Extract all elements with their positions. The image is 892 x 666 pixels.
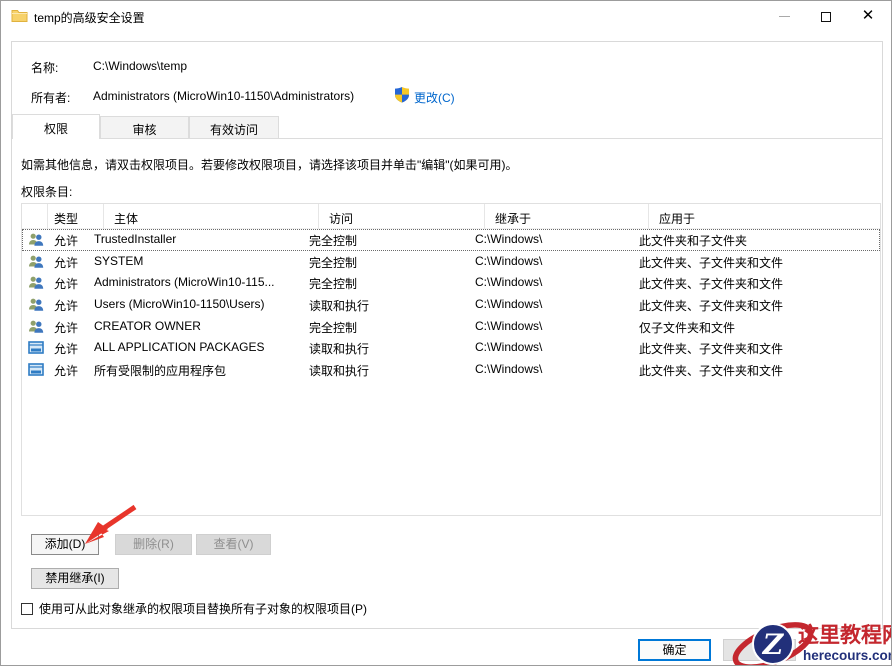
title-bar: temp的高级安全设置 ✕ [1,1,891,31]
watermark-site-url: herecours.com [803,648,892,663]
permission-entry-row[interactable]: 允许 Administrators (MicroWin10-115... 完全控… [22,272,880,294]
replace-permissions-checkbox[interactable] [21,603,33,615]
entry-principal: SYSTEM [94,253,144,268]
column-header-principal[interactable]: 主体 [104,204,319,229]
replace-permissions-row: 使用可从此对象继承的权限项目替换所有子对象的权限项目(P) [21,600,367,617]
permission-entry-row[interactable]: 允许 SYSTEM 完全控制 C:\Windows\ 此文件夹、子文件夹和文件 [22,251,880,273]
entry-inherited-from: C:\Windows\ [475,362,543,377]
entry-principal: ALL APPLICATION PACKAGES [94,340,265,355]
permission-rows: 允许 TrustedInstaller 完全控制 C:\Windows\ 此文件… [22,229,880,381]
entry-applies-to: 此文件夹和子文件夹 [639,234,748,248]
instruction-text: 如需其他信息，请双击权限项目。若要修改权限项目，请选择该项目并单击"编辑"(如果… [21,158,518,172]
entry-access: 读取和执行 [309,299,370,314]
window-title: temp的高级安全设置 [34,11,145,25]
logo-letter: Z [762,628,785,661]
entry-access: 读取和执行 [309,342,370,357]
entry-inherited-from: C:\Windows\ [475,275,543,290]
entry-inherited-from: C:\Windows\ [475,318,543,333]
entry-applies-to: 此文件夹、子文件夹和文件 [639,299,784,314]
entry-applies-to: 此文件夹、子文件夹和文件 [639,277,784,292]
replace-permissions-label: 使用可从此对象继承的权限项目替换所有子对象的权限项目(P) [39,602,367,616]
group-icon [29,255,44,268]
entry-access: 完全控制 [309,277,358,292]
column-header-inherited-from[interactable]: 继承于 [485,204,649,229]
owner-value: Administrators (MicroWin10-1150\Administ… [93,89,355,103]
ok-button[interactable]: 确定 [638,639,711,661]
folder-icon [11,10,28,22]
entry-inherited-from: C:\Windows\ [475,232,543,246]
entry-access: 完全控制 [309,320,358,335]
maximize-button[interactable] [809,1,843,31]
permission-entry-row[interactable]: 允许 ALL APPLICATION PACKAGES 读取和执行 C:\Win… [22,337,880,359]
entry-applies-to: 此文件夹、子文件夹和文件 [639,364,784,379]
entry-principal: CREATOR OWNER [94,318,201,333]
entry-applies-to: 仅子文件夹和文件 [639,320,736,335]
close-button[interactable]: ✕ [851,1,885,31]
permission-entries-table: 类型 主体 访问 继承于 应用于 允许 TrustedInstaller 完全控… [21,203,881,516]
tab-permissions-label: 权限 [43,122,68,136]
watermark-site-name: 这里教程网 [798,623,892,647]
name-label: 名称: [31,61,59,75]
view-button[interactable]: 查看(V) [196,534,271,555]
entry-applies-to: 此文件夹、子文件夹和文件 [639,255,784,270]
entry-inherited-from: C:\Windows\ [475,340,543,355]
entry-applies-to: 此文件夹、子文件夹和文件 [639,342,784,357]
permission-entry-row[interactable]: 允许 TrustedInstaller 完全控制 C:\Windows\ 此文件… [22,229,880,251]
app-package-icon [28,363,44,376]
maximize-icon [821,11,831,22]
entry-access: 完全控制 [309,255,358,270]
close-icon: ✕ [861,7,875,24]
entry-inherited-from: C:\Windows\ [475,253,543,268]
minimize-icon [778,16,790,18]
column-header-applies-to[interactable]: 应用于 [649,204,880,229]
uac-shield-icon [395,87,409,103]
column-header-access[interactable]: 访问 [319,204,485,229]
tab-effective-access[interactable]: 有效访问 [189,116,279,139]
tab-effective-access-label: 有效访问 [209,123,258,137]
app-package-icon [28,341,44,355]
minimize-button[interactable] [767,1,801,31]
entry-principal: TrustedInstaller [94,232,177,246]
group-icon [29,276,44,290]
group-icon [29,320,44,333]
group-icon [29,298,44,311]
column-header-type[interactable]: 类型 [48,204,104,229]
entry-inherited-from: C:\Windows\ [475,297,543,312]
tab-permissions[interactable]: 权限 [12,114,100,139]
entries-label: 权限条目: [21,185,73,199]
permission-entry-row[interactable]: 允许 所有受限制的应用程序包 读取和执行 C:\Windows\ 此文件夹、子文… [22,359,880,381]
tab-auditing[interactable]: 审核 [100,116,189,139]
table-header: 类型 主体 访问 继承于 应用于 [22,204,880,229]
group-icon [29,233,44,246]
tabstrip-divider [279,138,883,139]
name-value: C:\Windows\temp [93,59,188,73]
disable-inheritance-button[interactable]: 禁用继承(I) [31,568,119,589]
entry-principal: 所有受限制的应用程序包 [94,364,227,379]
entry-access: 完全控制 [309,234,358,248]
column-header-icon[interactable] [22,204,48,229]
advanced-security-settings-dialog: temp的高级安全设置 ✕ 名称: C:\Windows\temp 所有者: A… [0,0,892,666]
add-button[interactable]: 添加(D) [31,534,99,555]
permission-entry-row[interactable]: 允许 Users (MicroWin10-1150\Users) 读取和执行 C… [22,294,880,316]
entry-principal: Administrators (MicroWin10-115... [94,275,275,290]
entry-principal: Users (MicroWin10-1150\Users) [94,297,265,312]
entry-access: 读取和执行 [309,364,370,379]
change-owner-link[interactable]: 更改(C) [414,89,455,106]
remove-button[interactable]: 删除(R) [115,534,192,555]
owner-label: 所有者: [31,91,71,105]
watermark-logo: Z 这里教程网 herecours.com [732,622,892,665]
permission-entry-row[interactable]: 允许 CREATOR OWNER 完全控制 C:\Windows\ 仅子文件夹和… [22,316,880,338]
tab-auditing-label: 审核 [132,123,157,137]
